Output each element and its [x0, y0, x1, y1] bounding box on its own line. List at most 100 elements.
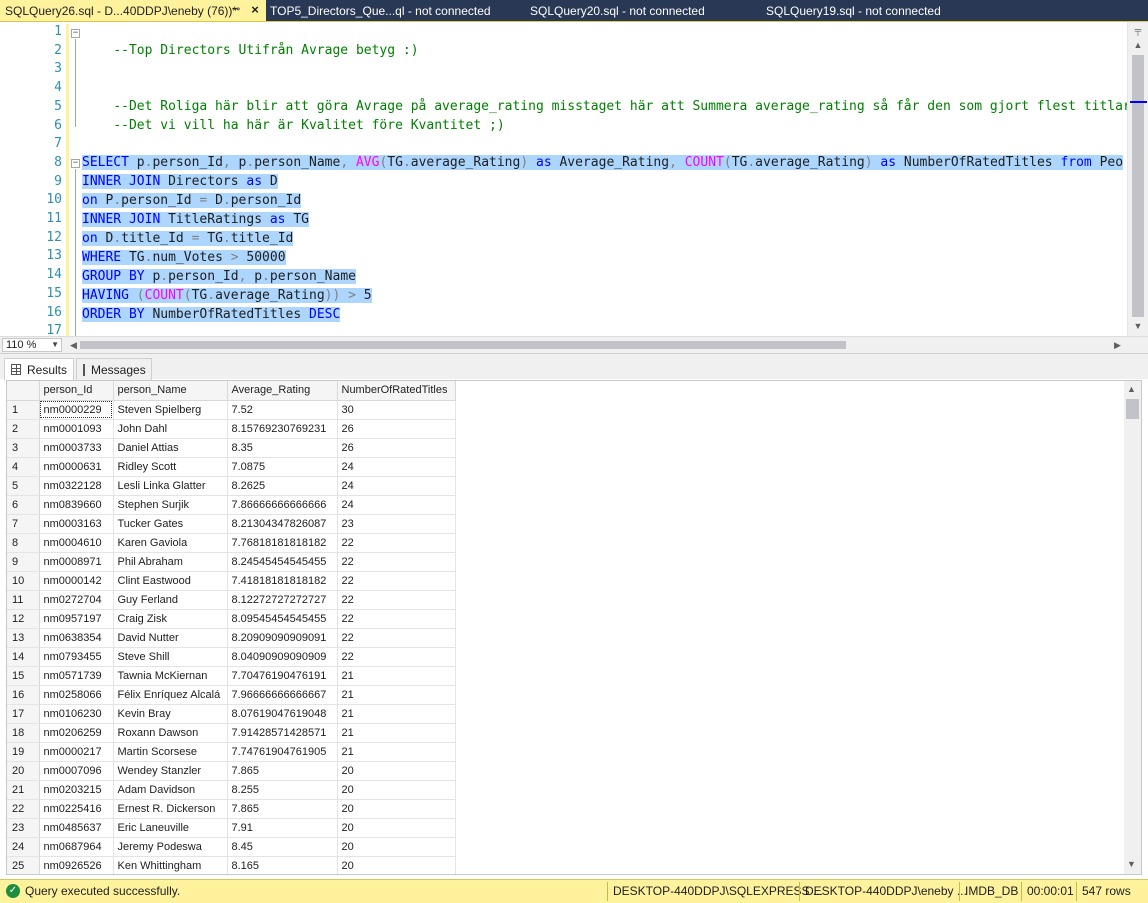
table-cell[interactable]: nm0003733	[39, 438, 114, 458]
table-row[interactable]: 14 nm0793455 Steve Shill 8.04090909090909 22	[7, 647, 456, 667]
table-cell[interactable]: 20	[337, 818, 456, 838]
row-number[interactable]: 4	[7, 457, 40, 477]
column-header[interactable]: person_Id	[39, 381, 114, 401]
code-line-11[interactable]: INNER JOIN TitleRatings as TG	[82, 210, 309, 229]
table-cell[interactable]: Wendey Stanzler	[113, 761, 228, 781]
table-cell[interactable]: 8.09545454545455	[227, 609, 338, 629]
table-cell[interactable]: 8.165	[227, 856, 338, 874]
code-line-5[interactable]: --Det vi vill ha här är Kvalitet före Kv…	[82, 97, 504, 133]
table-row[interactable]: 22 nm0225416 Ernest R. Dickerson 7.865 20	[7, 799, 456, 819]
row-number-header[interactable]	[7, 381, 40, 401]
table-row[interactable]: 1 nm0000229 Steven Spielberg 7.52 30	[7, 400, 456, 420]
table-row[interactable]: 20 nm0007096 Wendey Stanzler 7.865 20	[7, 761, 456, 781]
close-icon[interactable]: ×	[248, 3, 262, 17]
table-row[interactable]: 9 nm0008971 Phil Abraham 8.24545454545455 22	[7, 552, 456, 572]
row-number[interactable]: 17	[7, 704, 40, 724]
row-number[interactable]: 6	[7, 495, 40, 515]
table-cell[interactable]: 20	[337, 856, 456, 874]
table-cell[interactable]: 7.91	[227, 818, 338, 838]
table-cell[interactable]: 24	[337, 495, 456, 515]
scroll-left-icon[interactable]: ◀	[70, 340, 77, 351]
table-cell[interactable]: Adam Davidson	[113, 780, 228, 800]
table-cell[interactable]: Karen Gaviola	[113, 533, 228, 553]
code-line-15[interactable]: HAVING (COUNT(TG.average_Rating)) > 5	[82, 286, 372, 305]
table-cell[interactable]: Craig Zisk	[113, 609, 228, 629]
table-cell[interactable]: 22	[337, 533, 456, 553]
tab-top5-directors[interactable]: TOP5_Directors_Que...ql - not connected	[266, 0, 530, 21]
table-cell[interactable]: nm0000217	[39, 742, 114, 762]
table-row[interactable]: 10 nm0000142 Clint Eastwood 7.4181818181818…	[7, 571, 456, 591]
table-cell[interactable]: 8.12272727272727	[227, 590, 338, 610]
table-cell[interactable]: 21	[337, 723, 456, 743]
horizontal-scroll-thumb[interactable]	[80, 341, 846, 349]
table-row[interactable]: 12 nm0957197 Craig Zisk 8.09545454545455 22	[7, 609, 456, 629]
table-cell[interactable]: 24	[337, 476, 456, 496]
code-line-13[interactable]: WHERE TG.num_Votes > 50000	[82, 248, 286, 267]
table-cell[interactable]: 22	[337, 609, 456, 629]
scroll-down-icon[interactable]: ▼	[1127, 859, 1136, 869]
row-number[interactable]: 15	[7, 666, 40, 686]
tab-messages[interactable]: Messages	[76, 358, 152, 380]
table-cell[interactable]: 22	[337, 571, 456, 591]
table-row[interactable]: 8 nm0004610 Karen Gaviola 7.76818181818182 2…	[7, 533, 456, 553]
table-cell[interactable]: nm0926526	[39, 856, 114, 874]
table-cell[interactable]: nm0272704	[39, 590, 114, 610]
table-cell[interactable]: Tucker Gates	[113, 514, 228, 534]
zoom-dropdown[interactable]: 110 % ▼	[2, 338, 62, 352]
table-cell[interactable]: nm0687964	[39, 837, 114, 857]
table-cell[interactable]: nm0638354	[39, 628, 114, 648]
table-cell[interactable]: nm0106230	[39, 704, 114, 724]
table-cell[interactable]: nm0008971	[39, 552, 114, 572]
table-cell[interactable]: nm0206259	[39, 723, 114, 743]
table-cell[interactable]: 20	[337, 780, 456, 800]
pin-icon[interactable]: ⊸	[229, 3, 243, 17]
row-number[interactable]: 3	[7, 438, 40, 458]
table-row[interactable]: 3 nm0003733 Daniel Attias 8.35 26	[7, 438, 456, 458]
table-cell[interactable]: 23	[337, 514, 456, 534]
row-number[interactable]: 11	[7, 590, 40, 610]
table-row[interactable]: 16 nm0258066 Félix Enríquez Alcalá 7.966666…	[7, 685, 456, 705]
table-cell[interactable]: Kevin Bray	[113, 704, 228, 724]
row-number[interactable]: 1	[7, 400, 40, 420]
table-cell[interactable]: nm0000229	[39, 400, 114, 420]
table-cell[interactable]: 7.865	[227, 761, 338, 781]
table-cell[interactable]: nm0571739	[39, 666, 114, 686]
table-cell[interactable]: Steven Spielberg	[113, 400, 228, 420]
table-cell[interactable]: Stephen Surjik	[113, 495, 228, 515]
table-cell[interactable]: Ernest R. Dickerson	[113, 799, 228, 819]
table-cell[interactable]: 8.35	[227, 438, 338, 458]
table-cell[interactable]: 22	[337, 628, 456, 648]
row-number[interactable]: 20	[7, 761, 40, 781]
row-number[interactable]: 8	[7, 533, 40, 553]
column-header[interactable]: person_Name	[113, 381, 228, 401]
code-line-1[interactable]: --Top Directors Utifrån Avrage betyg :)	[82, 22, 418, 58]
table-row[interactable]: 7 nm0003163 Tucker Gates 8.21304347826087 23	[7, 514, 456, 534]
table-cell[interactable]: 21	[337, 685, 456, 705]
table-row[interactable]: 17 nm0106230 Kevin Bray 8.07619047619048 21	[7, 704, 456, 724]
table-row[interactable]: 11 nm0272704 Guy Ferland 8.12272727272727 22	[7, 590, 456, 610]
row-number[interactable]: 5	[7, 476, 40, 496]
table-cell[interactable]: 8.21304347826087	[227, 514, 338, 534]
table-cell[interactable]: Clint Eastwood	[113, 571, 228, 591]
table-row[interactable]: 5 nm0322128 Lesli Linka Glatter 8.2625 24	[7, 476, 456, 496]
tab-sqlquery26[interactable]: SQLQuery26.sql - D...40DDPJ\eneby (76))*…	[0, 0, 266, 21]
table-cell[interactable]: John Dahl	[113, 419, 228, 439]
table-cell[interactable]: Ridley Scott	[113, 457, 228, 477]
table-cell[interactable]: 22	[337, 590, 456, 610]
table-cell[interactable]: 22	[337, 647, 456, 667]
query-editor[interactable]: 1 2 3 4 5 6 7 8 9 10 11 12 13 14 15 16 17 − − --Top Dire…	[0, 21, 1148, 336]
code-line-9[interactable]: INNER JOIN Directors as D	[82, 172, 278, 191]
table-cell[interactable]: 8.15769230769231	[227, 419, 338, 439]
code-line-10[interactable]: on P.person_Id = D.person_Id	[82, 191, 302, 210]
table-cell[interactable]: 26	[337, 438, 456, 458]
table-cell[interactable]: 8.255	[227, 780, 338, 800]
table-cell[interactable]: 7.52	[227, 400, 338, 420]
table-cell[interactable]: Guy Ferland	[113, 590, 228, 610]
row-number[interactable]: 2	[7, 419, 40, 439]
table-row[interactable]: 18 nm0206259 Roxann Dawson 7.91428571428571…	[7, 723, 456, 743]
scroll-thumb[interactable]	[1132, 55, 1144, 317]
row-number[interactable]: 18	[7, 723, 40, 743]
table-cell[interactable]: 21	[337, 704, 456, 724]
table-cell[interactable]: 30	[337, 400, 456, 420]
table-cell[interactable]: nm0000142	[39, 571, 114, 591]
